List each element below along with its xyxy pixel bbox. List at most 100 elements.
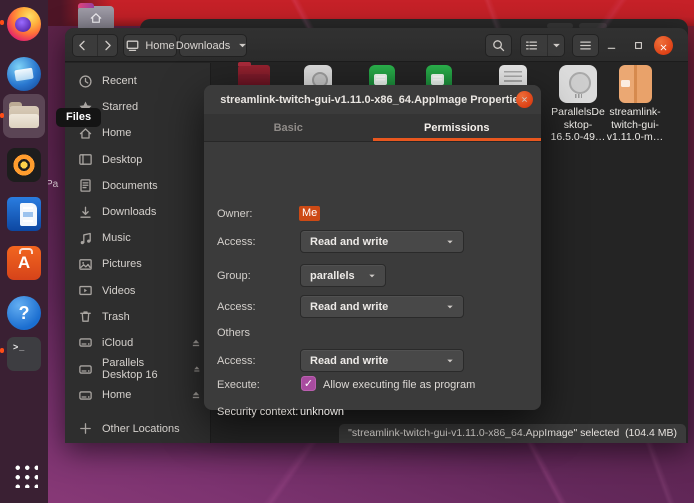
dock-item-firefox[interactable]	[7, 7, 41, 41]
sidebar-item-label: Home	[102, 127, 131, 139]
show-applications-icon[interactable]	[11, 461, 38, 488]
sidebar-item-label: iCloud	[102, 337, 133, 349]
close-icon	[658, 40, 669, 51]
sidebar-item-label: Desktop	[102, 154, 142, 166]
sidebar-item-pictures[interactable]: Pictures	[65, 251, 210, 277]
dropdown-value: Read and write	[310, 355, 388, 367]
sidebar-item-music[interactable]: Music	[65, 225, 210, 251]
forward-button[interactable]	[97, 35, 117, 56]
home-icon	[78, 126, 93, 141]
plus-icon	[78, 421, 93, 436]
chevron-left-icon	[75, 38, 90, 53]
group-dropdown[interactable]: parallels	[300, 264, 386, 287]
maximize-button[interactable]	[629, 36, 648, 55]
video-icon	[78, 283, 93, 298]
tab-permissions[interactable]: Permissions	[373, 114, 542, 141]
chevron-down-icon	[235, 38, 250, 53]
desktop: Pa A ? >_ Files	[0, 0, 694, 503]
thunderbird-icon	[7, 57, 41, 91]
sidebar-item-downloads[interactable]: Downloads	[65, 199, 210, 225]
sidebar-item-trash[interactable]: Trash	[65, 304, 210, 330]
folder-tab	[78, 3, 94, 8]
sidebar-item-documents[interactable]: Documents	[65, 173, 210, 199]
dropdown-value: Read and write	[310, 301, 388, 313]
dock-item-thunderbird[interactable]	[7, 57, 41, 91]
sidebar-item-icloud[interactable]: iCloud	[65, 330, 210, 356]
execute-checkbox[interactable]	[301, 376, 316, 391]
computer-icon	[125, 38, 140, 53]
sidebar-item-label: Other Locations	[102, 423, 180, 435]
desktop-home-folder-icon[interactable]	[78, 3, 114, 31]
close-window-button[interactable]	[654, 36, 673, 55]
group-access-dropdown[interactable]: Read and write	[300, 295, 464, 318]
file-parallels-desktop[interactable]: ParallelsDe sktop- 16.5.0-49…	[547, 65, 609, 144]
sidebar-item-videos[interactable]: Videos	[65, 278, 210, 304]
dock-item-terminal[interactable]: >_	[7, 337, 41, 371]
owner-label: Owner:	[217, 208, 252, 220]
dock-item-rhythmbox[interactable]	[7, 148, 41, 182]
back-button[interactable]	[73, 35, 92, 56]
caret-down-icon	[366, 270, 378, 282]
sidebar-item-other-locations[interactable]: Other Locations	[65, 415, 210, 441]
path-downloads-button[interactable]: Downloads	[179, 34, 247, 57]
sidebar-item-label: Starred	[102, 101, 138, 113]
dock-tooltip: Files	[56, 108, 101, 127]
ubuntu-software-icon: A	[7, 246, 41, 280]
download-icon	[78, 205, 93, 220]
minimize-button[interactable]	[602, 36, 621, 55]
eject-icon[interactable]	[190, 337, 202, 349]
path-downloads-label: Downloads	[176, 40, 230, 52]
sidebar-item-label: Parallels Desktop 16	[102, 357, 183, 381]
firefox-icon	[7, 7, 41, 41]
drive-icon	[78, 335, 93, 350]
clock-icon	[78, 74, 93, 89]
others-access-label: Access:	[217, 355, 256, 367]
files-icon	[7, 99, 41, 133]
maximize-icon	[632, 39, 645, 52]
menu-button[interactable]	[572, 34, 599, 57]
sidebar-item-home-drive[interactable]: Home	[65, 382, 210, 408]
appimage-package-icon	[619, 65, 652, 103]
properties-dialog: streamlink-twitch-gui-v1.11.0-x86_64.App…	[204, 85, 541, 410]
dock-item-ubuntu-software[interactable]: A	[7, 246, 41, 280]
execute-checkbox-label: Allow executing file as program	[323, 379, 475, 391]
dock-item-libreoffice-writer[interactable]	[7, 197, 41, 231]
group-label: Group:	[217, 270, 251, 282]
file-streamlink-appimage[interactable]: streamlink- twitch-gui- v1.11.0-m…	[605, 65, 665, 144]
others-access-dropdown[interactable]: Read and write	[300, 349, 464, 372]
running-indicator	[0, 348, 4, 353]
tab-basic[interactable]: Basic	[204, 114, 373, 141]
permissions-panel: Owner: Me Access: Read and write Group: …	[204, 142, 541, 410]
others-section-label: Others	[217, 327, 250, 339]
dialog-title: streamlink-twitch-gui-v1.11.0-x86_64.App…	[220, 94, 524, 106]
sidebar-item-parallels-desktop[interactable]: Parallels Desktop 16	[65, 356, 210, 382]
dock-item-help[interactable]: ?	[7, 296, 41, 330]
eject-icon[interactable]	[190, 389, 202, 401]
hamburger-icon	[578, 38, 593, 53]
list-view-icon	[524, 38, 539, 53]
owner-access-dropdown[interactable]: Read and write	[300, 230, 464, 253]
dropdown-value: parallels	[310, 270, 355, 282]
security-context-value: unknown	[300, 406, 344, 418]
dock-item-files[interactable]	[7, 99, 41, 133]
search-button[interactable]	[485, 34, 512, 57]
sidebar-item-label: Downloads	[102, 206, 156, 218]
dialog-close-button[interactable]	[516, 91, 533, 108]
document-icon	[78, 178, 93, 193]
desktop-icon	[78, 152, 93, 167]
sidebar-item-recent[interactable]: Recent	[65, 68, 210, 94]
path-home-button[interactable]: Home	[123, 34, 177, 57]
trash-icon	[78, 309, 93, 324]
security-context-label: Security context:	[217, 406, 298, 418]
sidebar-item-desktop[interactable]: Desktop	[65, 147, 210, 173]
sidebar-item-label: Documents	[102, 180, 158, 192]
running-indicator	[0, 20, 4, 25]
dialog-tabs: Basic Permissions	[204, 114, 541, 142]
minimize-icon	[605, 39, 618, 52]
eject-icon[interactable]	[192, 363, 202, 375]
file-label: ParallelsDe sktop- 16.5.0-49…	[547, 106, 609, 144]
dock: A ? >_	[0, 0, 48, 503]
view-options-button[interactable]	[547, 35, 564, 56]
list-view-button[interactable]	[521, 35, 542, 56]
file-label: streamlink- twitch-gui- v1.11.0-m…	[605, 106, 665, 144]
